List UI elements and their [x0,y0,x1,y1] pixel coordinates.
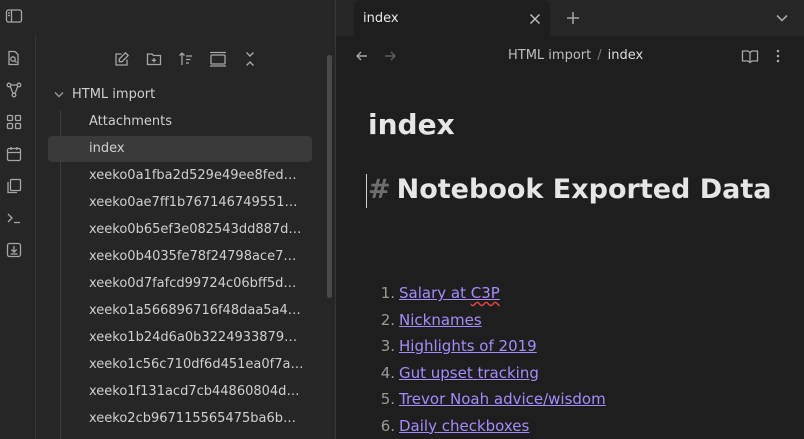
canvas-icon[interactable] [6,114,22,130]
folder-label: HTML import [72,87,156,102]
new-folder-icon [146,51,162,67]
file-item[interactable]: xeeko0d7fafcd99724c06bff5d79... [89,271,304,297]
file-explorer-toolbar [36,40,336,76]
list-item: 4. Gut upset tracking [376,360,606,387]
heading-1[interactable]: # Notebook Exported Data [368,174,772,205]
importer-icon[interactable] [6,242,22,258]
file-label: xeeko0d7fafcd99724c06bff5d79... [89,276,304,291]
tab-index[interactable]: index [354,0,550,37]
auto-reveal-button[interactable] [207,48,229,70]
left-ribbon [0,0,36,439]
file-item[interactable]: xeeko0a1fba2d529e49ee8fed23... [89,163,304,189]
file-label: xeeko1c56c710df6d451ea0f7a07... [89,357,304,372]
file-item[interactable]: xeeko0b4035fe78f24798ace779... [89,244,304,270]
chevron-down-icon[interactable] [774,10,790,26]
folder-html-import[interactable]: HTML import [54,82,155,108]
list-item: 3. Highlights of 2019 [376,333,606,360]
more-options-icon[interactable] [770,48,786,64]
file-label: xeeko1b24d6a0b322493387902... [89,330,304,345]
breadcrumb-separator: / [597,48,602,63]
collapse-all-button[interactable] [239,48,261,70]
sidebar-scrollbar[interactable] [327,55,332,298]
note-link[interactable]: Gut upset tracking [399,364,539,382]
tab-title: index [363,11,399,26]
note-link[interactable]: Trevor Noah advice/wisdom [399,390,606,408]
file-item[interactable]: xeeko2cb967115565475ba6b0fb... [89,406,304,432]
list-number: 2. [380,310,395,329]
link-text: Salary at [399,284,471,302]
folder-label: Attachments [89,114,172,129]
tree-indent-guide [60,110,61,439]
close-icon[interactable] [528,11,542,25]
daily-notes-icon[interactable] [6,146,22,162]
file-item[interactable]: xeeko1b24d6a0b322493387902... [89,325,304,351]
list-item: 6. Daily checkboxes [376,413,606,439]
open-quick-switcher-icon[interactable] [6,50,22,66]
file-item[interactable]: xeeko1f131acd7cb44860804d5a... [89,379,304,405]
file-label: xeeko1a566896716f48daa5a41f... [89,303,304,318]
auto-reveal-icon [209,51,227,67]
sort-icon [178,51,194,67]
chevron-down-icon [54,92,64,98]
note-link[interactable]: Salary at C3P [399,284,500,302]
list-number: 6. [380,416,395,435]
breadcrumb: HTML import / index [508,48,643,63]
toggle-sidebar-button[interactable] [0,5,28,31]
file-label: xeeko0ae7ff1b767146749551ff6... [89,195,304,210]
note-link[interactable]: Daily checkboxes [399,417,529,435]
list-item: 5. Trevor Noah advice/wisdom [376,386,606,413]
misspelled-word: C3P [470,284,500,302]
graph-view-icon[interactable] [6,82,22,98]
breadcrumb-folder[interactable]: HTML import [508,48,591,63]
sort-button[interactable] [175,48,197,70]
new-note-icon [114,51,130,67]
forward-arrow-icon[interactable] [382,48,398,64]
text-cursor [366,174,367,208]
file-label: xeeko0b65ef3e082543dd887d9... [89,222,304,237]
new-tab-icon[interactable] [564,9,582,27]
file-item[interactable]: xeeko1c56c710df6d451ea0f7a07... [89,352,304,378]
file-item-index[interactable]: index [48,136,312,162]
note-editor[interactable]: index # Notebook Exported Data 1. Salary a… [336,74,804,439]
file-explorer: HTML import Attachments index xeeko0a1fb… [36,0,336,439]
file-label: xeeko2cb967115565475ba6b0fb... [89,411,304,426]
inline-title[interactable]: index [368,108,455,141]
collapse-all-icon [242,51,258,67]
ordered-list: 1. Salary at C3P 2. Nicknames 3. Highlights… [376,280,606,439]
new-note-button[interactable] [111,48,133,70]
note-link[interactable]: Highlights of 2019 [399,337,537,355]
toggle-sidebar-icon [5,8,23,28]
new-folder-button[interactable] [143,48,165,70]
list-number: 5. [380,390,395,408]
file-item[interactable]: xeeko0ae7ff1b767146749551ff6... [89,190,304,216]
heading-hash: # [368,174,391,205]
view-header: HTML import / index [336,38,804,74]
breadcrumb-current[interactable]: index [608,48,644,63]
list-number: 3. [380,337,395,355]
templates-icon[interactable] [6,178,22,194]
file-item[interactable]: xeeko1a566896716f48daa5a41f... [89,298,304,324]
list-item: 2. Nicknames [376,307,606,334]
folder-attachments[interactable]: Attachments [89,109,304,135]
tab-strip: index [336,0,804,37]
back-arrow-icon[interactable] [354,48,370,64]
reading-view-icon[interactable] [741,48,759,64]
list-item: 1. Salary at C3P [376,280,606,307]
file-label: xeeko1f131acd7cb44860804d5a... [89,384,304,399]
note-link[interactable]: Nicknames [399,311,482,329]
file-item[interactable]: xeeko0b65ef3e082543dd887d9... [89,217,304,243]
list-number: 4. [380,363,395,382]
file-label: xeeko0b4035fe78f24798ace779... [89,249,304,264]
command-palette-icon[interactable] [6,210,22,226]
heading-text: Notebook Exported Data [396,174,772,205]
list-number: 1. [380,284,395,302]
file-label: xeeko0a1fba2d529e49ee8fed23... [89,168,304,183]
